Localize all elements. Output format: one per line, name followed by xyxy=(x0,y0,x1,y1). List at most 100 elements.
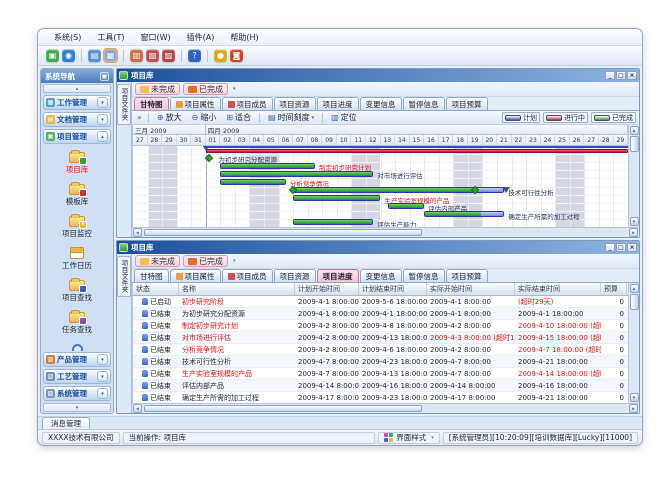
gantt-vertical-scrollbar[interactable]: ▴ ▾ xyxy=(628,125,639,227)
chevron-up-icon[interactable]: ▴ xyxy=(97,131,108,142)
table-vertical-scrollbar[interactable]: ▴ ▾ xyxy=(628,283,639,403)
project-folder-vertical-tab[interactable]: 项目文件夹 xyxy=(117,254,132,413)
menu-item[interactable]: 帮助(H) xyxy=(222,31,266,44)
gantt-horizontal-scrollbar[interactable]: ◂ ▸ xyxy=(132,227,639,237)
maximize-button[interactable]: □ xyxy=(616,71,626,80)
locate-button[interactable]: ▥定位 xyxy=(327,112,361,124)
gantt-summary-progress-bar[interactable] xyxy=(206,149,628,153)
menu-item[interactable]: 窗口(W) xyxy=(132,31,178,44)
report-delete-icon[interactable]: ▨ xyxy=(162,49,175,62)
lock-icon[interactable]: ● xyxy=(214,49,227,62)
sidebar-scroll-down-button[interactable]: ▾ xyxy=(43,403,111,412)
gantt-task-bar[interactable] xyxy=(388,203,424,209)
table-row[interactable]: 已结束为初步研究分配资源2009-4-1 8:00:002009-4-1 18:… xyxy=(133,308,628,320)
scrollbar-thumb[interactable] xyxy=(144,405,422,412)
chevron-down-icon[interactable]: ▾ xyxy=(97,114,108,125)
chevron-down-icon[interactable]: ▾ xyxy=(97,97,108,108)
tab[interactable]: 项目成员 xyxy=(222,97,273,110)
filter-button[interactable]: 已完成 xyxy=(183,255,228,267)
chevron-down-icon[interactable]: ▾ xyxy=(97,371,108,382)
tab[interactable]: 项目进度 xyxy=(317,269,359,282)
table-horizontal-scrollbar[interactable]: ◂ ▸ xyxy=(132,403,639,413)
gantt-summary-plan-bar[interactable] xyxy=(206,146,628,148)
column-header[interactable]: 名称 xyxy=(179,283,295,295)
tab[interactable]: 项目预算 xyxy=(446,269,488,282)
scroll-down-icon[interactable]: ▾ xyxy=(630,393,639,402)
scroll-up-icon[interactable]: ▴ xyxy=(630,126,639,135)
scroll-down-icon[interactable]: ▾ xyxy=(630,217,639,226)
table-row[interactable]: 已结束制定初步研究计划2009-4-2 8:00:002009-4-8 18:0… xyxy=(133,320,628,332)
project-folder-vertical-tab[interactable]: 项目文件夹 xyxy=(117,82,132,237)
tab[interactable]: 项目属性 xyxy=(170,97,221,110)
chevron-down-icon[interactable]: ▾ xyxy=(233,86,236,92)
chevron-down-icon[interactable]: ▾ xyxy=(233,258,236,264)
column-header[interactable]: 实际开始时间 xyxy=(427,283,515,295)
minimize-button[interactable]: _ xyxy=(605,71,615,80)
minimize-button[interactable]: _ xyxy=(605,243,615,252)
table-row[interactable]: 已结束分析竞争情况2009-4-2 8:00:002009-4-6 18:00:… xyxy=(133,344,628,356)
filter-button[interactable]: 未完成 xyxy=(135,83,180,95)
table-row[interactable]: 已结束生产实验室规模的产品2009-4-7 8:00:002009-4-13 1… xyxy=(133,368,628,380)
sidebar-item[interactable]: 项目查找 xyxy=(41,275,113,307)
help-icon[interactable]: ? xyxy=(188,49,201,62)
scroll-left-icon[interactable]: ◂ xyxy=(133,228,142,237)
folder-icon[interactable]: ▤ xyxy=(88,49,101,62)
tab[interactable]: 项目进度 xyxy=(317,97,359,110)
desktop-icon[interactable]: ▣ xyxy=(46,49,59,62)
sidebar-group-process[interactable]: ▧工艺管理▾ xyxy=(43,369,111,384)
message-management-tab[interactable]: 消息管理 xyxy=(42,417,90,429)
tab[interactable]: 变更信息 xyxy=(360,269,402,282)
sidebar-group-work[interactable]: ▦工作管理▾ xyxy=(43,95,111,110)
toolbar-overflow-chevron[interactable]: » xyxy=(135,113,144,122)
filter-button[interactable]: 未完成 xyxy=(135,255,180,267)
tab[interactable]: 项目资源 xyxy=(274,97,316,110)
maximize-button[interactable]: □ xyxy=(616,243,626,252)
table-row[interactable]: 已启动初步研究阶段2009-4-1 8:00:002009-5-6 18:00:… xyxy=(133,296,628,308)
tab[interactable]: 暂停信息 xyxy=(403,269,445,282)
column-header[interactable]: 计划开始时间 xyxy=(295,283,359,295)
menu-item[interactable]: 插件(A) xyxy=(179,31,223,44)
gantt-task-bar[interactable] xyxy=(220,171,373,177)
column-header[interactable]: 状态 xyxy=(133,283,179,295)
sidebar-scroll-up-button[interactable]: ▴ xyxy=(43,84,111,93)
sidebar-group-system[interactable]: ▨系统管理▾ xyxy=(43,386,111,401)
ui-style-button[interactable]: 界面样式 ▾ xyxy=(378,432,440,444)
sidebar-group-document[interactable]: ▤文档管理▾ xyxy=(43,112,111,127)
sidebar-item[interactable]: ★项目监控 xyxy=(41,211,113,243)
zoom-out-button[interactable]: ⊖缩小 xyxy=(188,112,221,124)
browser-globe-icon[interactable]: ◉ xyxy=(62,49,75,62)
gantt-task-bar[interactable] xyxy=(293,219,373,225)
tab[interactable]: 甘特图 xyxy=(134,97,169,110)
tab[interactable]: 项目资源 xyxy=(274,269,316,282)
sidebar-item[interactable]: 项目库 xyxy=(41,147,113,179)
sidebar-item[interactable]: 任务查找 xyxy=(41,307,113,339)
table-row[interactable]: 已结束技术可行性分析2009-4-7 8:00:002009-4-23 18:0… xyxy=(133,356,628,368)
zoom-in-button[interactable]: ⊕放大 xyxy=(153,112,186,124)
scrollbar-thumb[interactable] xyxy=(630,136,639,152)
tab[interactable]: 暂停信息 xyxy=(403,97,445,110)
exit-icon[interactable]: ◙ xyxy=(230,49,243,62)
close-button[interactable]: × xyxy=(627,71,637,80)
report-edit-icon[interactable]: ▧ xyxy=(146,49,159,62)
scrollbar-thumb[interactable] xyxy=(630,294,639,310)
tab[interactable]: 项目预算 xyxy=(446,97,488,110)
chevron-down-icon[interactable]: ▾ xyxy=(97,388,108,399)
column-header[interactable]: 实际结束时间 xyxy=(515,283,601,295)
close-button[interactable]: × xyxy=(627,243,637,252)
gantt-task-bar[interactable] xyxy=(293,195,380,201)
filter-button[interactable]: 已完成 xyxy=(183,83,228,95)
sidebar-item[interactable]: 工作日历 xyxy=(41,243,113,275)
table-row[interactable]: 已结束确定生产所需的加工过程2009-4-17 8:00:002009-4-23… xyxy=(133,392,628,403)
gantt-task-bar[interactable] xyxy=(220,179,286,185)
time-scale-button[interactable]: ▤时间刻度▾ xyxy=(264,112,318,124)
tab[interactable]: 项目成员 xyxy=(222,269,273,282)
gantt-task-bar[interactable] xyxy=(424,211,504,217)
save-icon[interactable]: ▦ xyxy=(104,49,117,62)
scroll-right-icon[interactable]: ▸ xyxy=(629,404,638,413)
menu-item[interactable]: 系统(S) xyxy=(46,31,89,44)
scroll-left-icon[interactable]: ◂ xyxy=(133,404,142,413)
scroll-up-icon[interactable]: ▴ xyxy=(630,284,639,293)
column-header[interactable]: 计划结束时间 xyxy=(359,283,427,295)
tab[interactable]: 项目属性 xyxy=(170,269,221,282)
chevron-down-icon[interactable]: ▾ xyxy=(97,354,108,365)
